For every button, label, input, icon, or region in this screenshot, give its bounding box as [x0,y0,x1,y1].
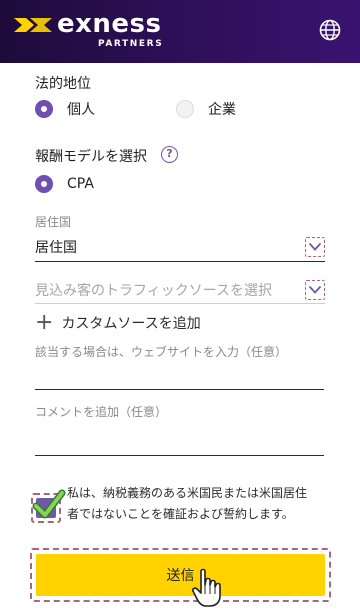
submit-button[interactable]: 送信 [36,554,325,596]
country-select[interactable]: 居住国 [35,237,325,262]
radio-cpa-label: CPA [67,176,94,192]
submit-highlight: 送信 [30,548,331,602]
brand-subtitle: PARTNERS [98,39,164,49]
radio-selected-icon [35,100,53,118]
radio-individual-label: 個人 [67,102,95,118]
website-label: 該当する場合は、ウェブサイトを入力（任意） [35,345,288,359]
radio-individual[interactable]: 個人 [35,99,95,119]
traffic-source-select[interactable]: 見込み客のトラフィックソースを選択 [35,280,325,304]
radio-company[interactable]: 企業 [176,99,236,119]
add-custom-source-label: カスタムソースを追加 [61,316,201,332]
help-icon[interactable]: ? [161,146,178,163]
brand-name: exness [57,9,162,39]
country-small-label: 居住国 [35,215,72,229]
app-header: exness PARTNERS [0,0,360,63]
check-icon [32,489,66,519]
country-value: 居住国 [35,240,77,256]
radio-unselected-icon [176,100,194,118]
add-custom-source-button[interactable]: + カスタムソースを追加 [35,310,201,335]
chevron-down-icon [305,280,325,300]
reward-model-label: 報酬モデルを選択 [35,149,147,165]
website-input[interactable] [35,366,324,390]
consent-text: 私は、納税義務のある米国民または米国居住者ではないことを確証および誓約します。 [67,486,308,521]
comment-input[interactable] [35,432,324,456]
legal-status-label: 法的地位 [35,76,91,92]
radio-company-label: 企業 [208,102,236,118]
globe-icon[interactable] [319,19,341,41]
chevron-down-icon [305,237,325,257]
traffic-source-placeholder: 見込み客のトラフィックソースを選択 [35,283,273,299]
plus-icon: + [35,310,54,335]
radio-selected-icon [35,175,53,193]
exness-logo-icon [14,18,52,32]
comment-label: コメントを追加（任意） [35,405,168,419]
consent-checkbox[interactable] [31,489,66,523]
radio-cpa[interactable]: CPA [35,175,94,193]
hand-pointer-icon [192,568,221,607]
